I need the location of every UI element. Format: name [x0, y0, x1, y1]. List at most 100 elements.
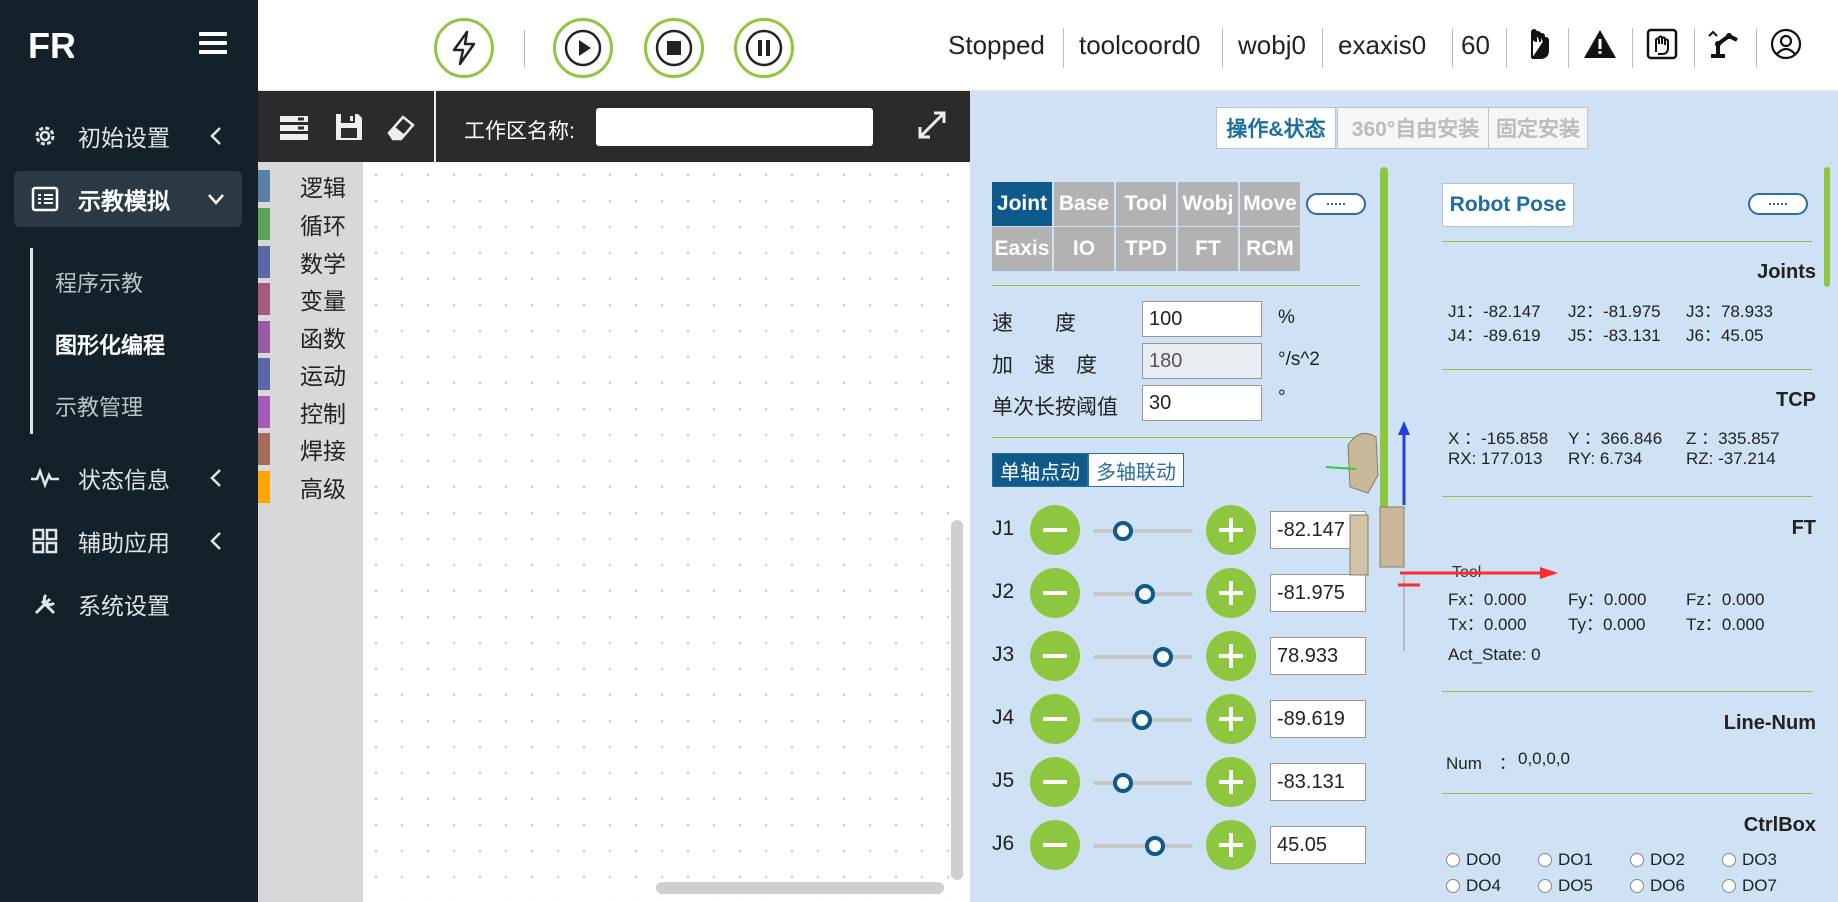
slider-knob[interactable]: [1113, 521, 1133, 541]
minus-button[interactable]: [1030, 820, 1080, 870]
tool-coord[interactable]: toolcoord0: [1079, 30, 1200, 61]
user-icon[interactable]: [1768, 26, 1804, 62]
tab-tool[interactable]: Tool: [1116, 182, 1176, 226]
subnav-program-teach[interactable]: 程序示教: [55, 266, 143, 298]
radio-circle[interactable]: [1722, 879, 1736, 893]
slider-knob[interactable]: [1145, 836, 1165, 856]
enable-button[interactable]: [434, 18, 494, 78]
warning-icon[interactable]: [1582, 26, 1618, 62]
pause-button[interactable]: [734, 18, 794, 78]
nav-teach-sim[interactable]: 示教模拟: [14, 171, 242, 227]
radio-circle[interactable]: [1446, 879, 1460, 893]
category-loop[interactable]: 循环: [258, 208, 363, 240]
tab-wobj[interactable]: Wobj: [1178, 182, 1238, 226]
joint-slider[interactable]: [1093, 647, 1193, 667]
minus-button[interactable]: [1030, 631, 1080, 681]
robot-arm-icon[interactable]: [1706, 26, 1742, 62]
wobj-coord[interactable]: wobj0: [1238, 30, 1306, 61]
save-icon[interactable]: [333, 111, 365, 143]
joint-value-input[interactable]: [1270, 700, 1366, 738]
hand-icon[interactable]: [1520, 26, 1556, 62]
plus-button[interactable]: [1206, 505, 1256, 555]
workspace-name-input[interactable]: [596, 108, 873, 146]
radio-circle[interactable]: [1630, 853, 1644, 867]
mode-operation-status[interactable]: 操作&状态: [1216, 107, 1336, 149]
radio-circle[interactable]: [1446, 853, 1460, 867]
category-function[interactable]: 函数: [258, 321, 363, 353]
nav-initial-settings[interactable]: 初始设置: [14, 108, 242, 164]
tab-io[interactable]: IO: [1054, 227, 1114, 271]
mode-fixed-install[interactable]: 固定安装: [1488, 107, 1588, 149]
long-press-threshold-input[interactable]: [1142, 385, 1262, 421]
fr-logo[interactable]: FR: [28, 26, 74, 62]
joint-slider[interactable]: [1093, 521, 1193, 541]
subnav-graphical-programming[interactable]: 图形化编程: [55, 328, 165, 360]
nav-aux-apps[interactable]: 辅助应用: [14, 513, 242, 569]
single-axis-jog-button[interactable]: 单轴点动: [992, 453, 1088, 487]
nav-status-info[interactable]: 状态信息: [14, 450, 242, 506]
tab-rcm[interactable]: RCM: [1240, 227, 1300, 271]
plus-button[interactable]: [1206, 757, 1256, 807]
do7-radio[interactable]: DO7: [1722, 876, 1777, 896]
do4-radio[interactable]: DO4: [1446, 876, 1501, 896]
eraser-icon[interactable]: [385, 111, 417, 143]
radio-circle[interactable]: [1538, 879, 1552, 893]
do6-radio[interactable]: DO6: [1630, 876, 1685, 896]
pose-scrollbar[interactable]: [1824, 167, 1830, 287]
slider-knob[interactable]: [1153, 647, 1173, 667]
robot-pose-button[interactable]: Robot Pose: [1442, 183, 1574, 227]
category-welding[interactable]: 焊接: [258, 433, 363, 465]
joint-slider[interactable]: [1093, 773, 1193, 793]
do2-radio[interactable]: DO2: [1630, 850, 1685, 870]
tab-base[interactable]: Base: [1054, 182, 1114, 226]
menu-icon[interactable]: [199, 32, 227, 56]
minus-button[interactable]: [1030, 757, 1080, 807]
radio-circle[interactable]: [1630, 879, 1644, 893]
multi-axis-jog-button[interactable]: 多轴联动: [1088, 453, 1184, 487]
hand-box-icon[interactable]: [1644, 26, 1680, 62]
stop-button[interactable]: [644, 18, 704, 78]
do3-radio[interactable]: DO3: [1722, 850, 1777, 870]
global-speed[interactable]: 60: [1461, 30, 1490, 61]
block-workspace[interactable]: [363, 162, 970, 902]
slider-knob[interactable]: [1132, 710, 1152, 730]
subnav-teach-management[interactable]: 示教管理: [55, 390, 143, 422]
joint-value-input[interactable]: [1270, 763, 1366, 801]
speed-input[interactable]: [1142, 301, 1262, 337]
tab-joint[interactable]: Joint: [992, 182, 1052, 226]
do1-radio[interactable]: DO1: [1538, 850, 1593, 870]
tab-move[interactable]: Move: [1240, 182, 1300, 226]
blocks-icon[interactable]: [278, 111, 310, 143]
tab-eaxis[interactable]: Eaxis: [992, 227, 1052, 271]
do5-radio[interactable]: DO5: [1538, 876, 1593, 896]
category-advanced[interactable]: 高级: [258, 471, 363, 503]
tab-tpd[interactable]: TPD: [1116, 227, 1176, 271]
minus-button[interactable]: [1030, 568, 1080, 618]
pose-collapse-toggle[interactable]: [1748, 193, 1808, 215]
minus-button[interactable]: [1030, 694, 1080, 744]
radio-circle[interactable]: [1538, 853, 1552, 867]
joint-slider[interactable]: [1093, 584, 1193, 604]
radio-circle[interactable]: [1722, 853, 1736, 867]
slider-knob[interactable]: [1113, 773, 1133, 793]
plus-button[interactable]: [1206, 568, 1256, 618]
plus-button[interactable]: [1206, 631, 1256, 681]
category-control[interactable]: 控制: [258, 396, 363, 428]
robot-scene-view[interactable]: [1320, 415, 1440, 655]
collapse-toggle[interactable]: [1306, 193, 1366, 215]
fullscreen-icon[interactable]: [916, 109, 948, 141]
joint-slider[interactable]: [1093, 836, 1193, 856]
workspace-hscrollbar[interactable]: [656, 882, 944, 894]
tab-ft[interactable]: FT: [1178, 227, 1238, 271]
plus-button[interactable]: [1206, 820, 1256, 870]
play-button[interactable]: [553, 18, 613, 78]
joint-value-input[interactable]: [1270, 826, 1366, 864]
do0-radio[interactable]: DO0: [1446, 850, 1501, 870]
category-logic[interactable]: 逻辑: [258, 170, 363, 202]
category-variable[interactable]: 变量: [258, 283, 363, 315]
nav-system-settings[interactable]: 系统设置: [14, 576, 242, 632]
plus-button[interactable]: [1206, 694, 1256, 744]
minus-button[interactable]: [1030, 505, 1080, 555]
exaxis-coord[interactable]: exaxis0: [1338, 30, 1426, 61]
workspace-vscrollbar[interactable]: [951, 520, 963, 880]
